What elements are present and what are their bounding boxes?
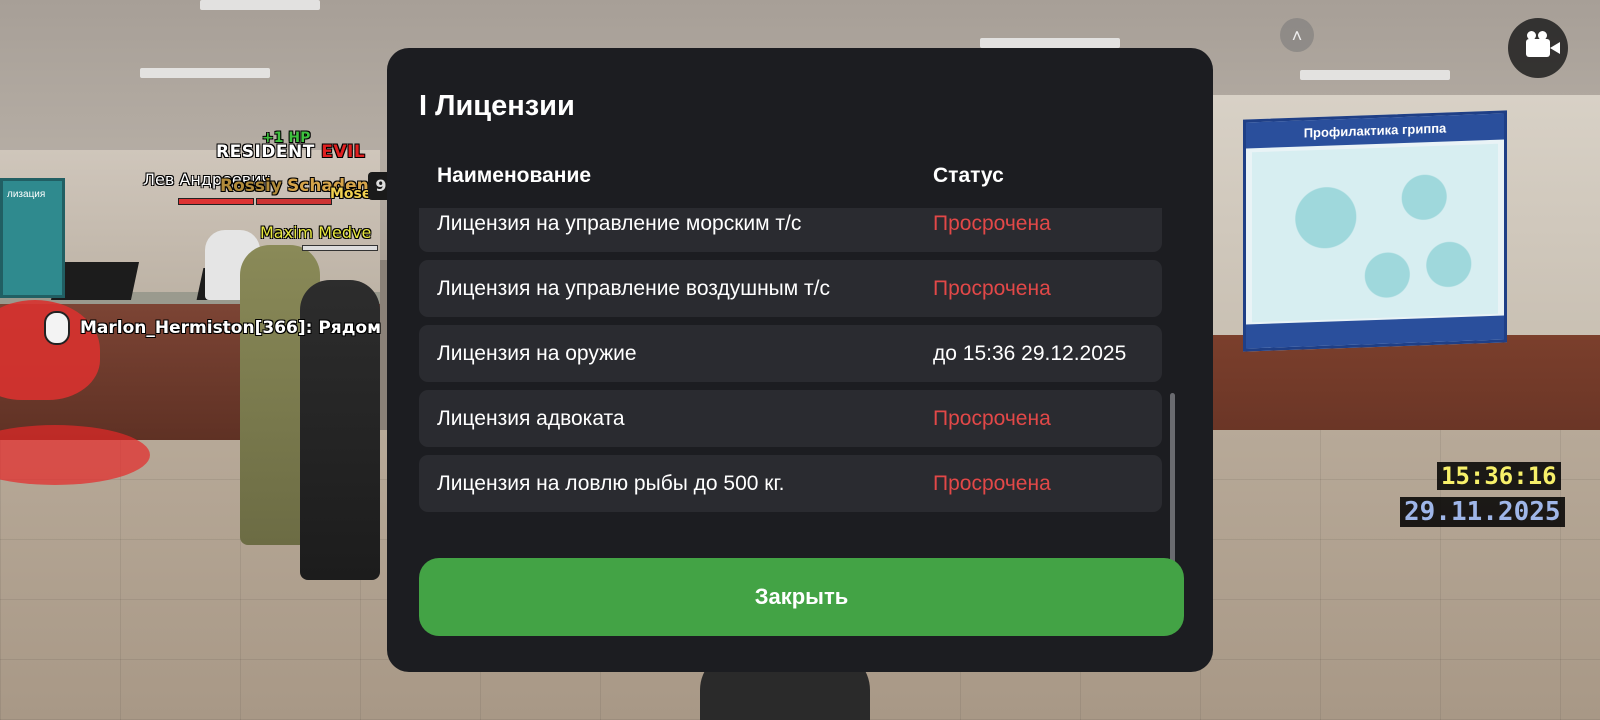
license-row[interactable]: Лицензия адвоката Просрочена [419,390,1162,447]
license-status: Просрочена [933,407,1051,430]
armor-bar [302,245,378,251]
ceiling-light [1300,70,1450,80]
license-name: Лицензия на управление морским т/с [437,212,802,235]
license-status: Просрочена [933,277,1051,300]
health-bar [178,198,254,205]
license-row[interactable]: Лицензия на управление морским т/с Проср… [419,208,1162,252]
camera-button[interactable] [1508,18,1568,78]
license-status: Просрочена [933,472,1051,495]
scrollbar[interactable] [1170,393,1175,565]
chat-line: Marlon_Hermiston[366]: Рядом [80,318,382,338]
gang-tag: RESIDENT EVIL [216,142,365,162]
chevron-up-icon[interactable]: ˄ [1280,18,1314,52]
license-name: Лицензия на ловлю рыбы до 500 кг. [437,472,785,495]
poster-title: Профилактика гриппа [1246,113,1504,149]
gang-tag-red: EVIL [321,142,366,162]
license-name: Лицензия на управление воздушным т/с [437,277,830,300]
license-row[interactable]: Лицензия на ловлю рыбы до 500 кг. Просро… [419,455,1162,512]
license-name: Лицензия адвоката [437,407,625,430]
nickname-rossiya: Rossiy [220,176,282,196]
license-status: до 15:36 29.12.2025 [933,342,1127,365]
licenses-list[interactable]: Лицензия на управление морским т/с Проср… [419,208,1162,568]
clock-date: 29.11.2025 [1400,497,1565,527]
flu-poster: Профилактика гриппа [1243,110,1507,352]
close-button[interactable]: Закрыть [419,558,1184,636]
health-bar [256,198,332,205]
license-status: Просрочена [933,212,1051,235]
gang-tag-white: RESIDENT [216,142,315,162]
poster-body [1252,143,1498,323]
ceiling-light [200,0,320,10]
video-camera-icon [1526,31,1560,57]
ceiling-light [980,38,1120,48]
camera-lens [1550,42,1560,54]
column-header-status: Статус [933,164,1004,187]
clock-time: 15:36:16 [1437,462,1561,490]
column-header-name: Наименование [437,164,592,187]
license-row[interactable]: Лицензия на оружие до 15:36 29.12.2025 [419,325,1162,382]
licenses-dialog: I Лицензии Наименование Статус Лицензия … [387,48,1213,672]
ceiling-light [140,68,270,78]
wall-banner-label: лизация [7,189,46,200]
microphone-icon [44,311,70,345]
license-name: Лицензия на оружие [437,342,637,365]
nickname-maxim: Maxim Medve [260,223,372,242]
license-row[interactable]: Лицензия на управление воздушным т/с Про… [419,260,1162,317]
dialog-title: I Лицензии [419,90,575,122]
camera-reel [1527,31,1536,40]
camera-reel [1538,31,1547,40]
wall-banner: лизация [0,178,65,298]
